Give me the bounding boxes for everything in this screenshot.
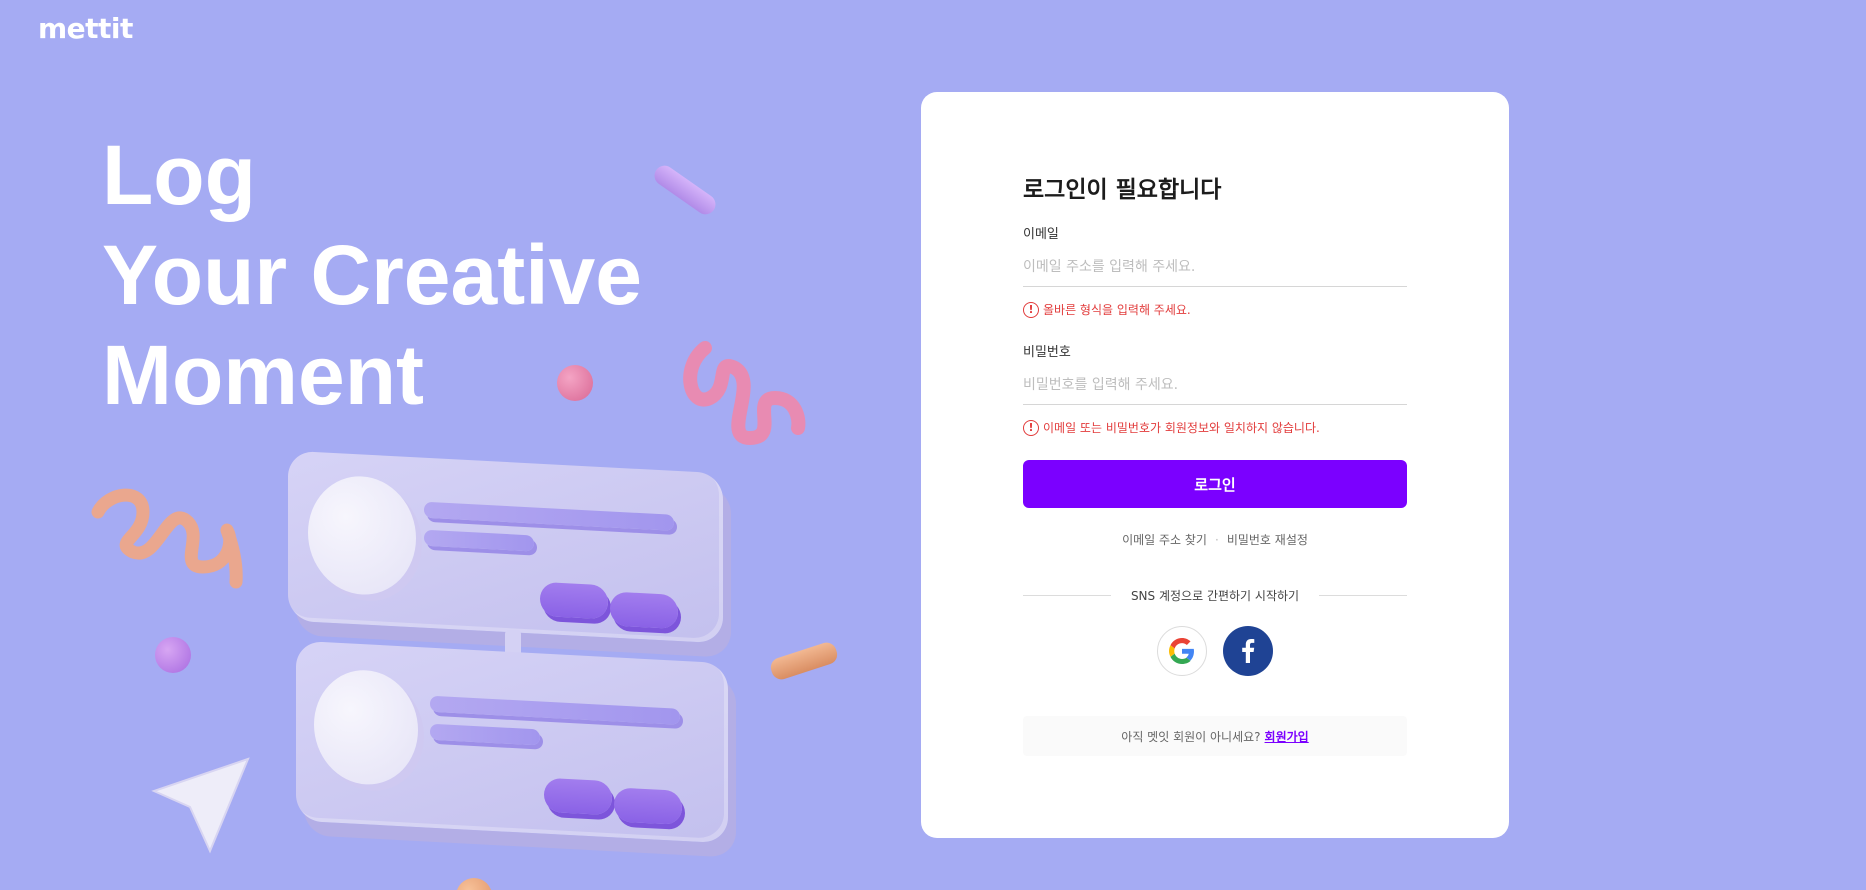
signup-prompt-box: 아직 멧잇 회원이 아니세요? 회원가입 — [1023, 716, 1407, 756]
google-icon — [1169, 638, 1194, 664]
email-label: 이메일 — [1023, 227, 1059, 242]
login-title: 로그인이 필요합니다 — [1023, 177, 1222, 203]
facebook-login-button[interactable] — [1223, 626, 1273, 676]
email-error: ! 올바른 형식을 입력해 주세요. — [1023, 301, 1191, 318]
password-input[interactable] — [1023, 365, 1407, 405]
sns-buttons — [1023, 626, 1407, 676]
illustration-text-line — [424, 529, 534, 552]
google-login-button[interactable] — [1157, 626, 1207, 676]
sns-divider-text: SNS 계정으로 간편하기 시작하기 — [1130, 589, 1300, 603]
illustration-text-line — [424, 501, 674, 531]
login-button[interactable]: 로그인 — [1023, 460, 1407, 508]
illustration-pill — [540, 581, 608, 620]
error-icon: ! — [1023, 301, 1039, 318]
divider-rule — [1319, 595, 1408, 596]
decor-spring-orange — [91, 488, 243, 589]
link-separator: · — [1214, 532, 1219, 547]
illustration-card-top — [288, 450, 723, 644]
signup-prompt-text: 아직 멧잇 회원이 아니세요? — [1121, 729, 1261, 744]
decor-stick-purple — [650, 161, 720, 219]
email-error-text: 올바른 형식을 입력해 주세요. — [1043, 303, 1191, 317]
account-recovery-links: 이메일 주소 찾기 · 비밀번호 재설정 — [1023, 531, 1407, 548]
error-icon: ! — [1023, 419, 1039, 436]
find-email-link[interactable]: 이메일 주소 찾기 — [1122, 531, 1207, 548]
illustration-pill — [610, 591, 678, 630]
decor-ball-pink — [557, 365, 593, 401]
sns-divider: SNS 계정으로 간편하기 시작하기 — [1023, 587, 1408, 604]
divider-rule — [1023, 595, 1111, 596]
decor-cursor-arrow — [151, 757, 250, 854]
decor-spring-pink — [683, 341, 806, 446]
illustration-avatar-circle — [308, 473, 416, 598]
password-label: 비밀번호 — [1023, 345, 1071, 360]
decor-ball-orange — [456, 878, 492, 890]
signup-link[interactable]: 회원가입 — [1265, 728, 1309, 745]
illustration-text-line — [430, 695, 680, 725]
illustration-avatar-circle — [314, 667, 418, 788]
illustration-pill — [614, 787, 682, 825]
password-error: ! 이메일 또는 비밀번호가 회원정보와 일치하지 않습니다. — [1023, 419, 1320, 436]
illustration-card-bottom — [296, 640, 728, 844]
decor-stick-orange — [768, 640, 840, 682]
facebook-icon — [1242, 639, 1255, 663]
illustration-pill — [544, 777, 612, 816]
login-panel: 로그인이 필요합니다 이메일 ! 올바른 형식을 입력해 주세요. 비밀번호 !… — [921, 92, 1509, 838]
email-input[interactable] — [1023, 247, 1407, 287]
illustration-text-line — [430, 723, 540, 746]
decor-ball-purple — [155, 637, 191, 673]
hero-illustration — [0, 0, 900, 890]
reset-password-link[interactable]: 비밀번호 재설정 — [1227, 531, 1308, 548]
password-error-text: 이메일 또는 비밀번호가 회원정보와 일치하지 않습니다. — [1043, 421, 1320, 435]
